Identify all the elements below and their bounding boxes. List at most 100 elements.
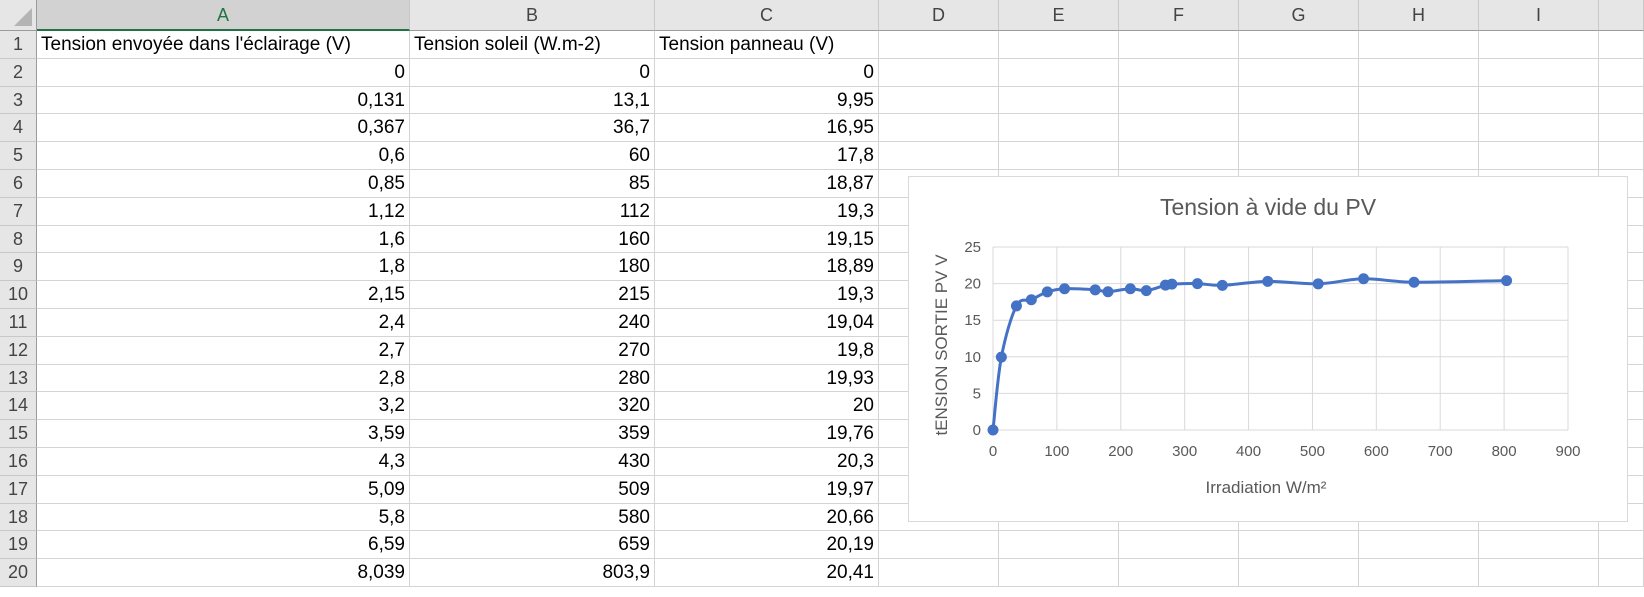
cell-c11[interactable]: 19,04 [655,309,879,337]
row-header-8[interactable]: 8 [0,225,37,254]
cell-d1[interactable] [879,31,999,59]
cell-c2[interactable]: 0 [655,58,879,87]
row-header-6[interactable]: 6 [0,170,37,198]
cell-b12[interactable]: 270 [410,336,655,365]
row-header-12[interactable]: 12 [0,336,37,365]
cell-h1[interactable] [1359,31,1479,59]
select-all-corner[interactable] [0,0,37,31]
cell-a16[interactable]: 4,3 [37,448,410,476]
cell-f1[interactable] [1119,31,1239,59]
row-header-10[interactable]: 10 [0,281,37,309]
cell-b4[interactable]: 36,7 [410,114,655,143]
cell-b7[interactable]: 112 [410,197,655,226]
cell-a20[interactable]: 8,039 [37,559,410,587]
cell-a15[interactable]: 3,59 [37,420,410,448]
cell-f20[interactable] [1119,559,1239,587]
cell-f2[interactable] [1119,58,1239,87]
cell-h2[interactable] [1359,58,1479,87]
cell-a14[interactable]: 3,2 [37,392,410,421]
cell-c19[interactable]: 20,19 [655,531,879,560]
cell-i5[interactable] [1479,142,1599,170]
cell-a5[interactable]: 0,6 [37,142,410,170]
cell-i19[interactable] [1479,531,1599,560]
chart[interactable]: Tension à vide du PV 0 100 200 300 400 500 600… [908,176,1628,522]
cell-a4[interactable]: 0,367 [37,114,410,143]
column-header-f[interactable]: F [1119,0,1239,31]
cell-a3[interactable]: 0,131 [37,86,410,115]
cell-c3[interactable]: 9,95 [655,86,879,115]
row-header-11[interactable]: 11 [0,309,37,337]
cell-c10[interactable]: 19,3 [655,281,879,309]
row-header-5[interactable]: 5 [0,142,37,170]
column-header-b[interactable]: B [410,0,655,31]
column-header-i[interactable]: I [1479,0,1599,31]
cell-c16[interactable]: 20,3 [655,448,879,476]
cell-a18[interactable]: 5,8 [37,503,410,532]
cell-c14[interactable]: 20 [655,392,879,421]
cell-e3[interactable] [999,86,1119,115]
row-header-16[interactable]: 16 [0,448,37,476]
column-header-d[interactable]: D [879,0,999,31]
cell-h5[interactable] [1359,142,1479,170]
cell-d19[interactable] [879,531,999,560]
cell-g4[interactable] [1239,114,1359,143]
chart-series[interactable] [987,273,1513,436]
cell-b8[interactable]: 160 [410,225,655,254]
cell-d4[interactable] [879,114,999,143]
cell-c18[interactable]: 20,66 [655,503,879,532]
row-header-9[interactable]: 9 [0,253,37,282]
row-header-19[interactable]: 19 [0,531,37,560]
cell-b17[interactable]: 509 [410,475,655,504]
row-header-17[interactable]: 17 [0,475,37,504]
cell-d3[interactable] [879,86,999,115]
cell-a19[interactable]: 6,59 [37,531,410,560]
cell-h19[interactable] [1359,531,1479,560]
column-header-g[interactable]: G [1239,0,1359,31]
cell-a8[interactable]: 1,6 [37,225,410,254]
cell-b14[interactable]: 320 [410,392,655,421]
cell-e19[interactable] [999,531,1119,560]
cell-b15[interactable]: 359 [410,420,655,448]
cell-h20[interactable] [1359,559,1479,587]
cell-d2[interactable] [879,58,999,87]
cell-c4[interactable]: 16,95 [655,114,879,143]
cell-b3[interactable]: 13,1 [410,86,655,115]
row-header-2[interactable]: 2 [0,58,37,87]
column-header-e[interactable]: E [999,0,1119,31]
cell-f3[interactable] [1119,86,1239,115]
column-header-c[interactable]: C [655,0,879,31]
cell-b13[interactable]: 280 [410,364,655,393]
cell-a13[interactable]: 2,8 [37,364,410,393]
row-header-18[interactable]: 18 [0,503,37,532]
cell-b19[interactable]: 659 [410,531,655,560]
cell-g20[interactable] [1239,559,1359,587]
cell-g19[interactable] [1239,531,1359,560]
cell-f5[interactable] [1119,142,1239,170]
cell-b18[interactable]: 580 [410,503,655,532]
cell-h4[interactable] [1359,114,1479,143]
row-header-20[interactable]: 20 [0,559,37,587]
cell-c8[interactable]: 19,15 [655,225,879,254]
cell-a11[interactable]: 2,4 [37,309,410,337]
cell-b1[interactable]: Tension soleil (W.m-2) [410,31,655,59]
cell-b5[interactable]: 60 [410,142,655,170]
cell-g3[interactable] [1239,86,1359,115]
cell-a6[interactable]: 0,85 [37,170,410,198]
cell-f4[interactable] [1119,114,1239,143]
cell-h3[interactable] [1359,86,1479,115]
cell-i4[interactable] [1479,114,1599,143]
row-header-3[interactable]: 3 [0,86,37,115]
row-header-1[interactable]: 1 [0,31,37,59]
row-header-14[interactable]: 14 [0,392,37,421]
cell-c15[interactable]: 19,76 [655,420,879,448]
cell-a9[interactable]: 1,8 [37,253,410,282]
cell-c9[interactable]: 18,89 [655,253,879,282]
row-header-4[interactable]: 4 [0,114,37,143]
cell-c7[interactable]: 19,3 [655,197,879,226]
column-header-a[interactable]: A [37,0,410,31]
cell-d20[interactable] [879,559,999,587]
cell-a12[interactable]: 2,7 [37,336,410,365]
cell-c20[interactable]: 20,41 [655,559,879,587]
cell-e4[interactable] [999,114,1119,143]
cell-f19[interactable] [1119,531,1239,560]
